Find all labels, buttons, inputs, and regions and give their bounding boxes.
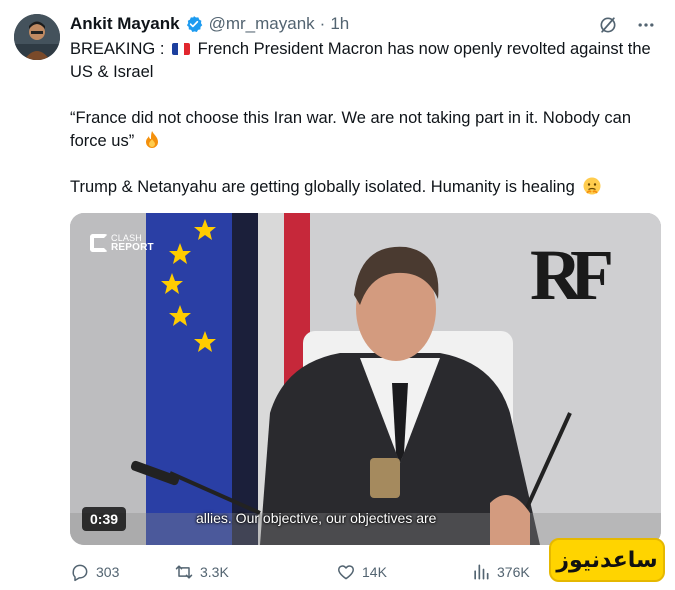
retweet-button[interactable]: 3.3K xyxy=(174,560,229,584)
site-watermark-badge: ساعدنیوز xyxy=(549,538,665,582)
watermark-bottom: REPORT xyxy=(111,242,154,253)
breaking-label: BREAKING : xyxy=(70,40,165,58)
views-count: 376K xyxy=(497,564,530,580)
tweet-card[interactable]: Ankit Mayank @mr_mayank · 1h BREAKING: … xyxy=(0,0,675,590)
clash-report-watermark: CLASH REPORT xyxy=(90,233,154,253)
views-chart-icon xyxy=(474,564,489,580)
like-count: 14K xyxy=(362,564,387,580)
tweet-text: BREAKING : French President Macron has n… xyxy=(70,38,660,199)
clash-report-logo-icon xyxy=(90,234,108,252)
separator-dot: · xyxy=(319,14,326,33)
reply-icon xyxy=(72,564,88,582)
france-flag-icon xyxy=(172,43,191,55)
author-handle[interactable]: @mr_mayank xyxy=(209,14,315,34)
video-duration: 0:39 xyxy=(82,507,127,531)
reply-count: 303 xyxy=(96,564,120,580)
timestamp[interactable]: 1h xyxy=(330,14,349,34)
avatar[interactable] xyxy=(14,14,60,60)
video-subtitle: allies. Our objective, our objectives ar… xyxy=(196,510,437,526)
author-name[interactable]: Ankit Mayank xyxy=(70,14,180,34)
heart-icon xyxy=(337,565,355,580)
views-button[interactable]: 376K xyxy=(471,560,530,584)
more-icon[interactable] xyxy=(635,14,657,36)
top-actions xyxy=(597,14,657,36)
tweet-header: Ankit Mayank @mr_mayank · 1h xyxy=(70,13,349,35)
like-button[interactable]: 14K xyxy=(336,560,387,584)
reply-button[interactable]: 303 xyxy=(70,560,119,584)
tweet-paragraph-3: Trump & Netanyahu are getting globally i… xyxy=(70,176,660,199)
tweet-paragraph-2: “France did not choose this Iran war. We… xyxy=(70,107,660,153)
video-player[interactable]: RF CLASH REPORT 0:39 allies. Our objecti… xyxy=(70,213,661,545)
fire-emoji-icon xyxy=(142,130,162,150)
grok-icon[interactable] xyxy=(597,14,619,36)
verified-badge-icon xyxy=(185,15,203,33)
retweet-count: 3.3K xyxy=(200,564,229,580)
closing-text: Trump & Netanyahu are getting globally i… xyxy=(70,178,575,196)
retweet-icon xyxy=(175,565,193,579)
rf-monogram: RF xyxy=(530,235,614,315)
tweet-paragraph-1: BREAKING : French President Macron has n… xyxy=(70,38,660,84)
face-holding-tears-emoji-icon xyxy=(582,176,602,196)
